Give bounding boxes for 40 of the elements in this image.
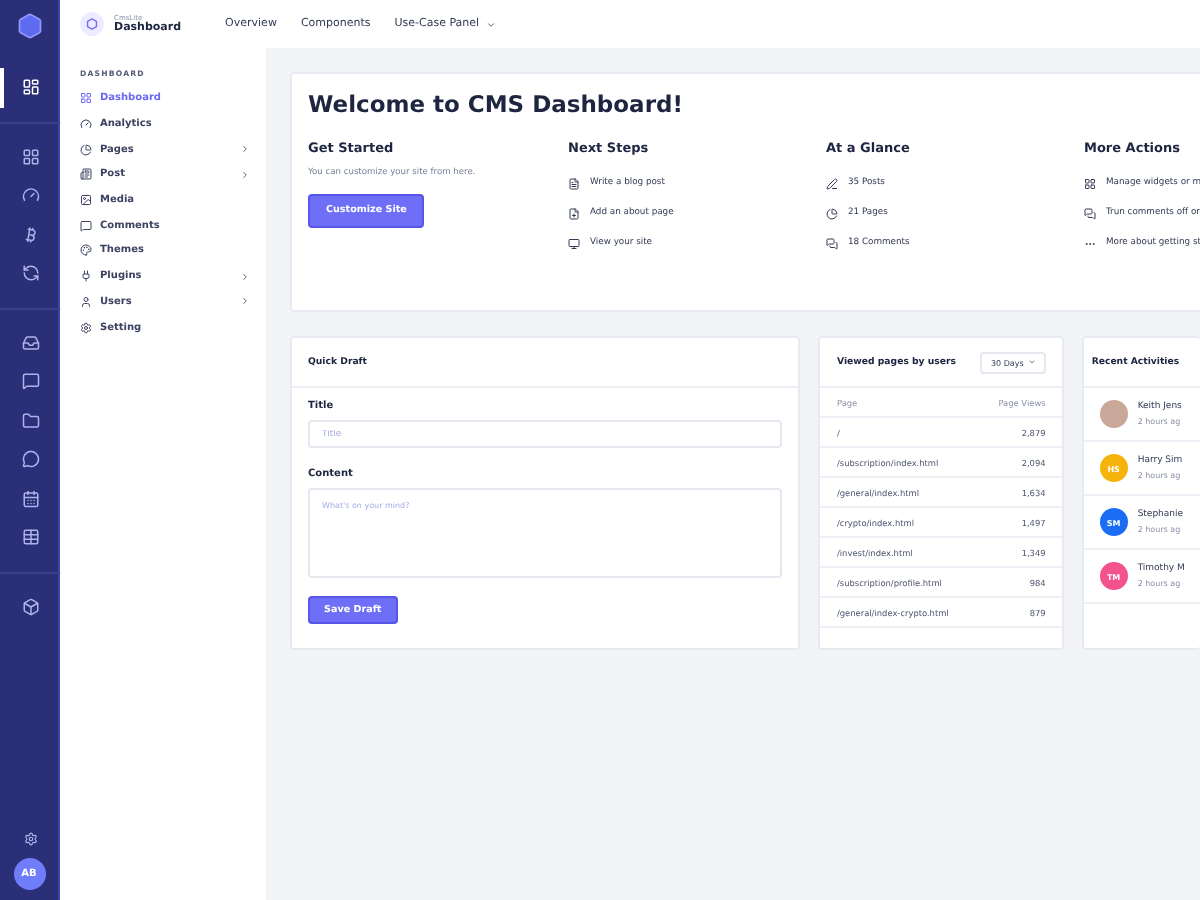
pie-chart-icon: [80, 143, 92, 156]
message-icon: [22, 450, 40, 469]
welcome-title: Welcome to CMS Dashboard!: [308, 90, 685, 118]
gauge-icon: [22, 186, 40, 205]
chevron-icon: [240, 296, 250, 307]
settings-icon: [80, 321, 92, 334]
monitor-icon: [568, 237, 580, 249]
image-icon: [80, 194, 92, 207]
pen-icon: [826, 177, 838, 189]
logo-icon: [15, 12, 43, 40]
newspaper-icon: [80, 168, 92, 181]
caret-icon: [485, 19, 496, 29]
calendar-icon: [22, 489, 40, 508]
add-document-icon: [568, 207, 580, 219]
bitcoin-icon: [22, 225, 40, 244]
dashboard-icon: [22, 78, 40, 97]
chat-icon: [80, 219, 92, 232]
chat-icon: [22, 372, 40, 391]
user-icon: [80, 295, 92, 308]
chevron-icon: [240, 271, 250, 282]
grid-icon: [1084, 177, 1096, 189]
grid-icon: [80, 92, 92, 105]
plug-icon: [80, 270, 92, 283]
settings-icon: [24, 831, 38, 846]
palette-icon: [80, 244, 92, 257]
chat-icon: [826, 237, 838, 249]
chevron-icon: [240, 144, 250, 155]
document-icon: [568, 177, 580, 189]
grid-icon: [22, 147, 40, 166]
folder-icon: [22, 411, 40, 430]
inbox-icon: [22, 333, 40, 352]
pie-chart-icon: [826, 207, 838, 219]
chevron-icon: [240, 169, 250, 180]
gauge-icon: [80, 118, 92, 131]
table-icon: [22, 528, 40, 547]
photo-placeholder: [1099, 400, 1128, 428]
refresh-icon: [22, 264, 40, 283]
brand-logo-icon: [80, 12, 104, 36]
box-icon: [22, 597, 40, 616]
chat-icon: [1084, 207, 1096, 219]
